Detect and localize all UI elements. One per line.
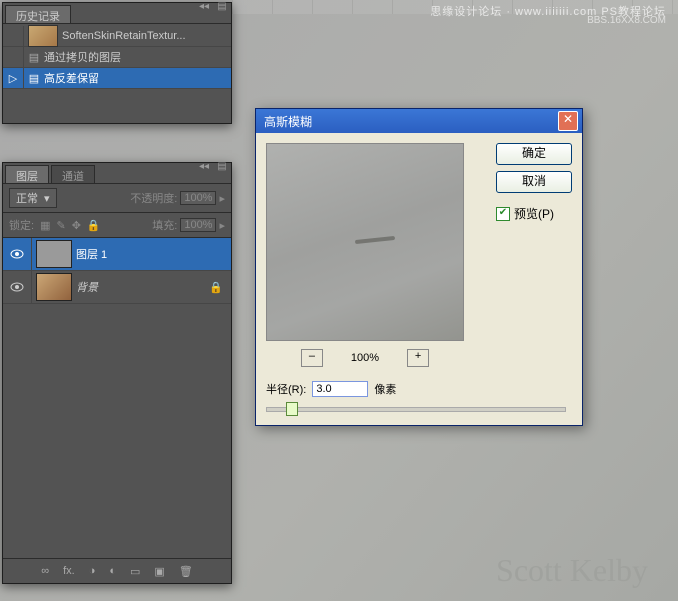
preview-label: 预览(P)	[514, 205, 554, 222]
document-icon: ▤	[24, 72, 44, 85]
layer-name: 背景	[76, 279, 98, 295]
tab-layers[interactable]: 图层	[5, 165, 49, 183]
close-icon[interactable]: ✕	[558, 111, 578, 131]
history-item-selected[interactable]: ▷ ▤ 高反差保留	[3, 68, 231, 89]
blend-mode-select[interactable]: 正常▾	[9, 188, 57, 208]
radius-slider[interactable]	[266, 401, 566, 415]
lock-transparent-icon[interactable]: ▦	[40, 219, 50, 232]
zoom-value: 100%	[351, 352, 379, 364]
panel-collapse-icon[interactable]: ◂◂	[195, 163, 213, 173]
new-group-icon[interactable]: ▭	[130, 565, 140, 578]
tab-channels[interactable]: 通道	[51, 165, 95, 183]
layer-mask-icon[interactable]: ◑	[89, 565, 96, 577]
tab-history[interactable]: 历史记录	[5, 5, 71, 23]
layer-name: 图层 1	[76, 246, 107, 262]
history-brush-source-icon[interactable]: ▷	[3, 68, 24, 88]
visibility-toggle[interactable]	[3, 238, 32, 270]
watermark-line2: BBS.16XX8.COM	[587, 15, 666, 26]
history-item[interactable]: ▤ 通过拷贝的图层	[3, 47, 231, 68]
layer-thumb	[36, 273, 72, 301]
gaussian-blur-dialog: 高斯模糊 ✕ – 100% + 半径(R): 像素 确定 取消 ✔ 预览(P)	[255, 108, 583, 426]
history-snapshot[interactable]: SoftenSkinRetainTextur...	[3, 26, 231, 47]
history-item-label: 通过拷贝的图层	[44, 49, 121, 65]
panel-collapse-icon[interactable]: ◂◂	[195, 3, 213, 13]
visibility-toggle[interactable]	[3, 271, 32, 303]
chevron-down-icon: ▾	[44, 192, 50, 205]
lock-all-icon[interactable]: 🔒	[87, 219, 101, 232]
layer-row[interactable]: 背景 🔒	[3, 271, 231, 304]
link-layers-icon[interactable]: ∞	[41, 565, 49, 577]
zoom-in-button[interactable]: +	[407, 349, 429, 367]
layer-thumb	[36, 240, 72, 268]
image-signature: Scott Kelby	[496, 552, 648, 589]
ok-button[interactable]: 确定	[496, 143, 572, 165]
layers-panel: ◂◂▤ 图层 通道 正常▾ 不透明度: 100%▸ 锁定: ▦ ✎ ✥ 🔒 填充…	[2, 162, 232, 584]
lock-pixels-icon[interactable]: ✎	[56, 219, 65, 232]
lock-label: 锁定:	[9, 217, 34, 233]
layer-row[interactable]: 图层 1	[3, 238, 231, 271]
preview-area[interactable]	[266, 143, 464, 341]
dialog-title: 高斯模糊	[264, 113, 312, 130]
fill-label: 填充:	[152, 217, 177, 233]
history-item-label: 高反差保留	[44, 70, 99, 86]
opacity-value[interactable]: 100%	[180, 191, 216, 205]
layers-footer: ∞ fx. ◑ ◐ ▭ ▣ 🗑	[3, 558, 231, 583]
eye-icon	[10, 282, 24, 292]
zoom-out-button[interactable]: –	[301, 349, 323, 367]
cancel-button[interactable]: 取消	[496, 171, 572, 193]
snapshot-thumb	[28, 25, 58, 47]
history-item-label: SoftenSkinRetainTextur...	[62, 30, 186, 42]
radius-input[interactable]	[312, 381, 368, 397]
checkmark-icon: ✔	[496, 207, 510, 221]
slider-knob[interactable]	[286, 402, 298, 416]
history-panel: ◂◂▤ 历史记录 SoftenSkinRetainTextur... ▤ 通过拷…	[2, 2, 232, 124]
opacity-label: 不透明度:	[130, 190, 177, 206]
radius-label: 半径(R):	[266, 381, 306, 397]
chevron-right-icon: ▸	[219, 219, 225, 232]
lock-icon: 🔒	[209, 281, 223, 294]
chevron-right-icon: ▸	[219, 192, 225, 205]
delete-layer-icon[interactable]: 🗑	[179, 565, 193, 578]
new-layer-icon[interactable]: ▣	[154, 565, 164, 578]
document-icon: ▤	[24, 51, 44, 64]
layer-fx-icon[interactable]: fx.	[63, 565, 75, 577]
adjustment-layer-icon[interactable]: ◐	[109, 565, 116, 577]
lock-position-icon[interactable]: ✥	[72, 219, 81, 232]
dialog-titlebar[interactable]: 高斯模糊 ✕	[256, 109, 582, 133]
radius-unit: 像素	[374, 381, 396, 397]
panel-menu-icon[interactable]: ▤	[213, 3, 231, 13]
panel-menu-icon[interactable]: ▤	[213, 163, 231, 173]
preview-checkbox[interactable]: ✔ 预览(P)	[496, 205, 572, 222]
fill-value[interactable]: 100%	[180, 218, 216, 232]
eye-icon	[10, 249, 24, 259]
